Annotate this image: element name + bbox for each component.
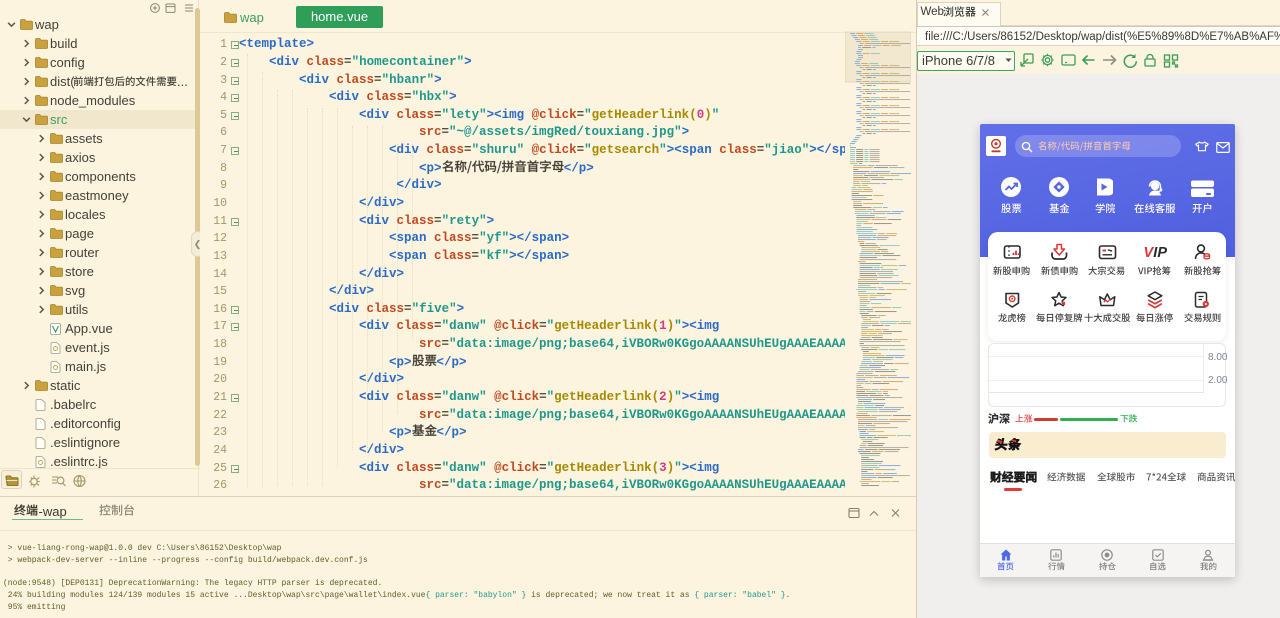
svg-text:IP: IP [1153, 245, 1167, 261]
